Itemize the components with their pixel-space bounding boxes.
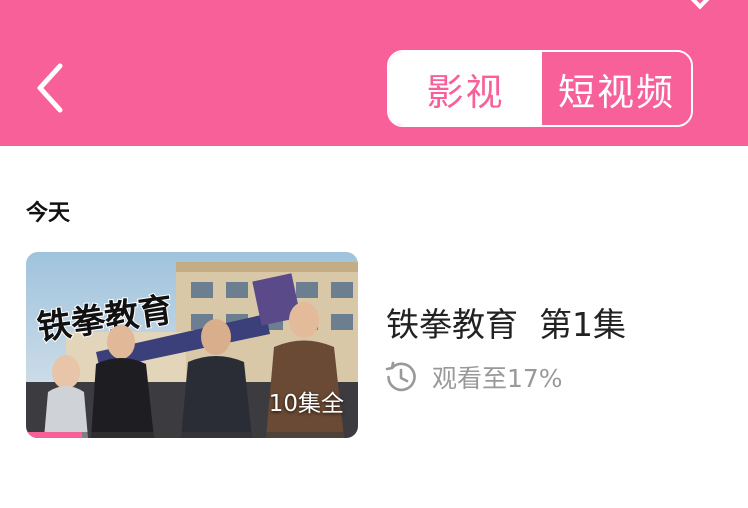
watch-progress-text: 观看至17%	[432, 364, 563, 393]
video-title[interactable]: 铁拳教育 第1集	[386, 298, 626, 346]
category-toggle: 影视 短视频	[387, 50, 693, 127]
history-clock-icon	[385, 361, 416, 392]
watch-progress-bar	[26, 432, 358, 438]
tab-movies-tv[interactable]: 影视	[389, 52, 542, 125]
status-indicator-icon	[688, 0, 712, 10]
watch-progress-fill	[26, 432, 83, 438]
chevron-left-icon	[37, 63, 63, 113]
tab-short-video[interactable]: 短视频	[542, 52, 691, 125]
top-bar: 影视 短视频	[0, 0, 748, 146]
watch-history-status: 观看至17%	[384, 360, 563, 394]
episode-count-badge: 10集全	[268, 391, 344, 417]
video-thumbnail-card[interactable]: 铁拳教育 10集全	[26, 252, 358, 438]
section-header-today: 今天	[26, 201, 71, 226]
back-button[interactable]	[28, 60, 76, 116]
